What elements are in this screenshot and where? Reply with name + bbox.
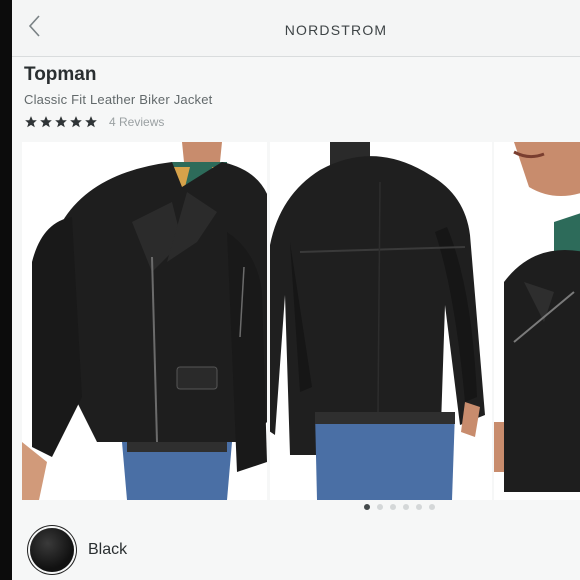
- color-selector: Black: [30, 528, 127, 572]
- top-nav-bar: NORDSTROM: [12, 0, 580, 57]
- star-icon: [85, 116, 97, 128]
- star-icon: [55, 116, 67, 128]
- star-icon: [70, 116, 82, 128]
- pagination-dot[interactable]: [429, 504, 435, 510]
- jacket-back-image[interactable]: [270, 142, 492, 500]
- color-swatch-black[interactable]: [30, 528, 74, 572]
- pagination-dot[interactable]: [377, 504, 383, 510]
- rating-row: 4 Reviews: [24, 115, 212, 129]
- product-name: Classic Fit Leather Biker Jacket: [24, 92, 213, 107]
- image-gallery[interactable]: [12, 142, 580, 502]
- selected-color-label: Black: [88, 541, 128, 558]
- store-logo[interactable]: NORDSTROM: [285, 22, 388, 38]
- jacket-front-image[interactable]: [22, 142, 267, 500]
- pagination-dot[interactable]: [403, 504, 409, 510]
- star-icon: [40, 116, 52, 128]
- star-rating: [24, 115, 99, 129]
- jacket-side-image[interactable]: [494, 142, 580, 500]
- gallery-pagination[interactable]: [364, 504, 442, 510]
- reviews-link[interactable]: 4 Reviews: [109, 115, 164, 129]
- product-header: Topman Classic Fit Leather Biker Jacket …: [24, 64, 212, 129]
- product-brand[interactable]: Topman: [24, 64, 212, 86]
- pagination-dot[interactable]: [390, 504, 396, 510]
- star-icon: [25, 116, 37, 128]
- product-page: NORDSTROM Topman Classic Fit Leather Bik…: [12, 0, 580, 580]
- pagination-dot[interactable]: [416, 504, 422, 510]
- pagination-dot[interactable]: [364, 504, 370, 510]
